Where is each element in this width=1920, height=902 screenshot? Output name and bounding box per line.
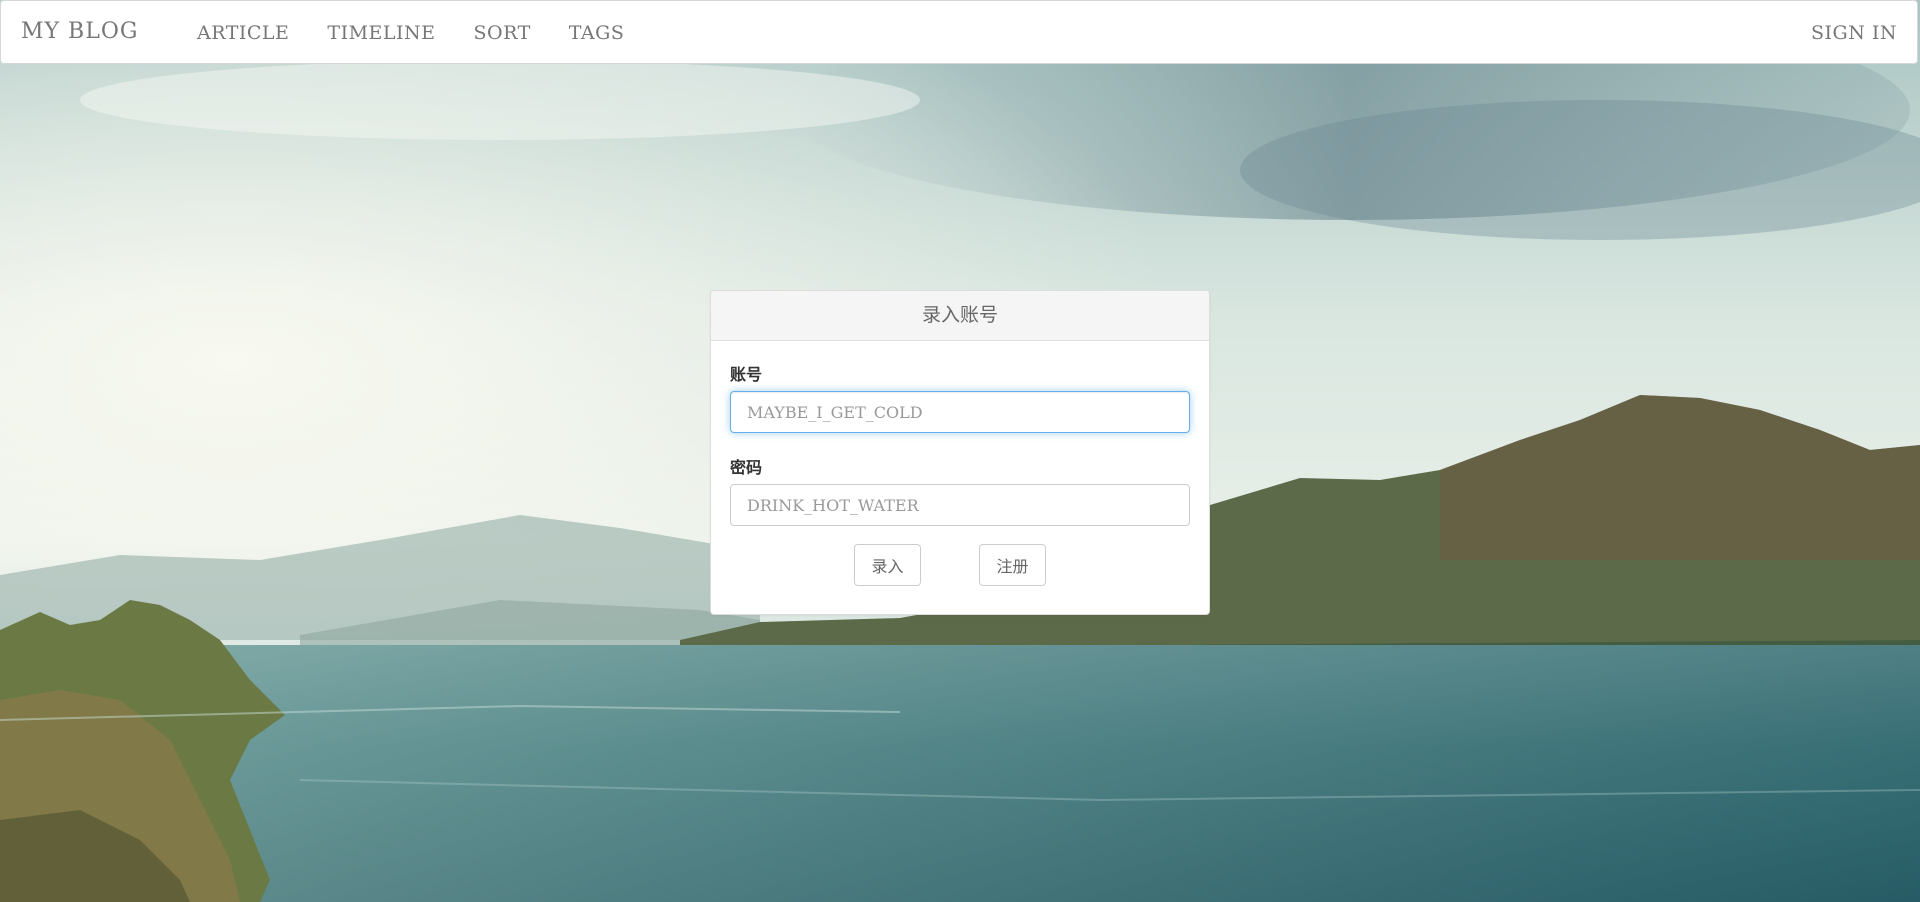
top-navbar: MY BLOG ARTICLE TIMELINE SORT TAGS SIGN … [0, 0, 1918, 64]
brand-logo-link[interactable]: MY BLOG [21, 19, 138, 44]
nav-link-tags[interactable]: TAGS [569, 22, 625, 44]
account-input[interactable] [730, 391, 1190, 433]
password-input[interactable] [730, 484, 1190, 526]
nav-link-sort[interactable]: SORT [474, 22, 531, 44]
submit-button[interactable]: 录入 [854, 544, 921, 586]
register-button[interactable]: 注册 [979, 544, 1046, 586]
page: MY BLOG ARTICLE TIMELINE SORT TAGS SIGN … [0, 0, 1920, 902]
nav-links: ARTICLE TIMELINE SORT TAGS [197, 22, 662, 44]
login-panel: 录入账号 账号 密码 录入 注册 [710, 290, 1210, 615]
sign-in-link[interactable]: SIGN IN [1811, 22, 1897, 44]
nav-link-article[interactable]: ARTICLE [197, 22, 289, 44]
login-panel-title: 录入账号 [711, 291, 1209, 341]
password-label: 密码 [730, 458, 763, 477]
account-label: 账号 [730, 365, 763, 384]
nav-link-timeline[interactable]: TIMELINE [327, 22, 435, 44]
